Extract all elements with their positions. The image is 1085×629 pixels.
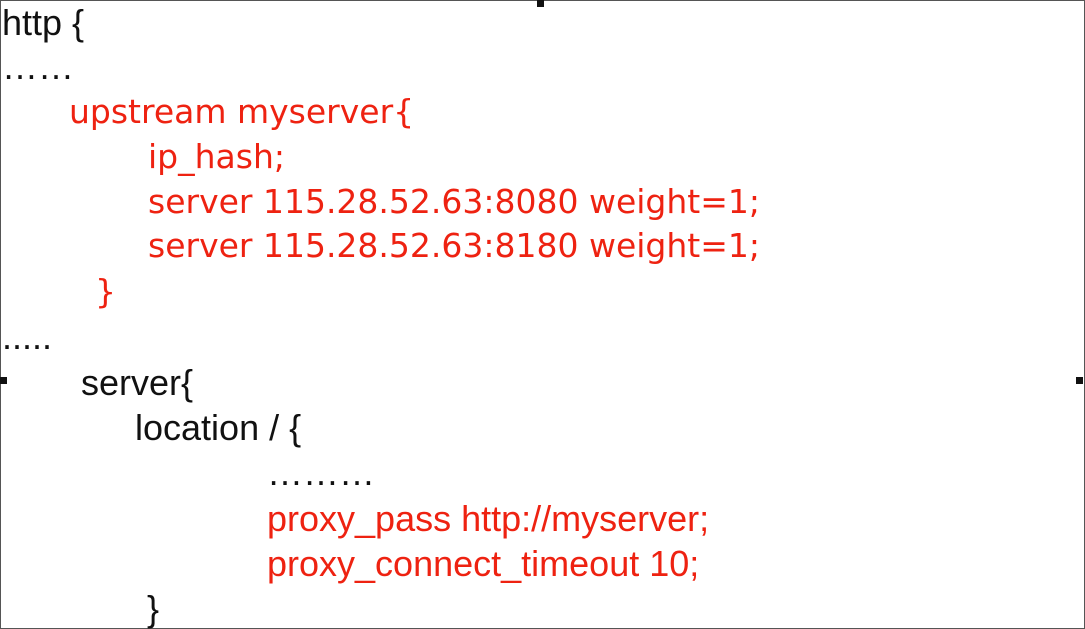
- code-line-dots: ………: [267, 452, 375, 493]
- code-line-proxy-connect-timeout: proxy_connect_timeout 10;: [267, 543, 700, 584]
- code-line-upstream-open: upstream myserver{: [69, 92, 415, 131]
- code-line-dots: ……: [2, 46, 74, 87]
- code-line-server-open: server{: [81, 362, 194, 403]
- code-line-server-8080: server 115.28.52.63:8080 weight=1;: [148, 182, 760, 221]
- code-line-ip-hash: ip_hash;: [148, 137, 285, 176]
- resize-handle-left-middle[interactable]: [0, 377, 7, 384]
- code-frame: http { …… upstream myserver{ ip_hash; se…: [0, 0, 1085, 629]
- resize-handle-right-middle[interactable]: [1076, 377, 1083, 384]
- code-line-dots: .....: [2, 316, 53, 357]
- code-line-location-open: location / {: [135, 407, 302, 448]
- code-line-upstream-close: }: [95, 272, 116, 311]
- code-line-server-8180: server 115.28.52.63:8180 weight=1;: [148, 226, 760, 265]
- resize-handle-top-middle[interactable]: [537, 0, 544, 7]
- code-line-http-open: http {: [2, 2, 85, 43]
- code-line-location-close: }: [147, 588, 160, 629]
- code-line-proxy-pass: proxy_pass http://myserver;: [267, 498, 710, 539]
